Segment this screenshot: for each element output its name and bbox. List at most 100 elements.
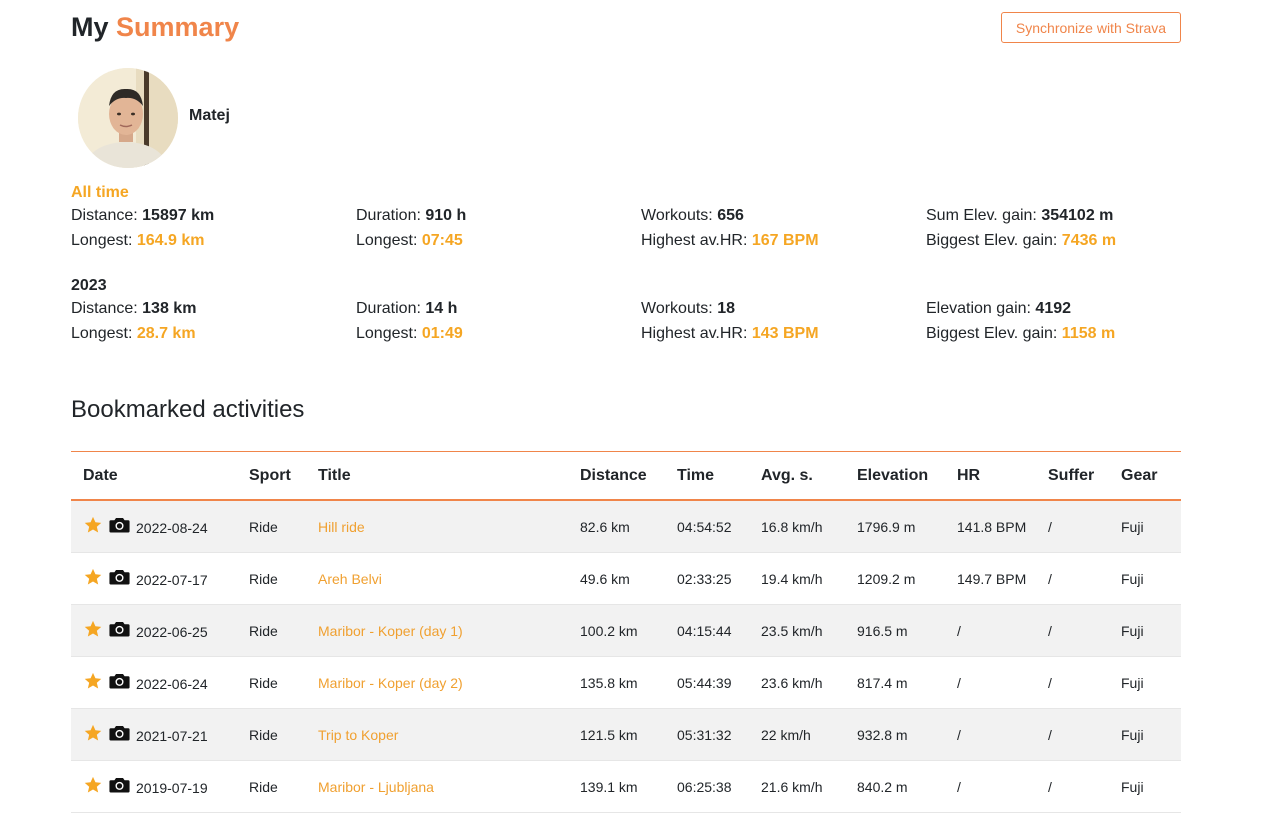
camera-icon[interactable] <box>109 568 130 589</box>
all-time-duration: Duration: 910 h <box>356 207 466 225</box>
stat-value: 18 <box>717 300 735 317</box>
avg-cell: 19.4 km/h <box>761 552 857 605</box>
stat-value: 143 BPM <box>751 325 819 342</box>
activity-title-link[interactable]: Maribor - Koper (day 1) <box>318 623 463 639</box>
title-cell: Trip to Koper <box>318 708 580 761</box>
distance-cell: 49.6 km <box>580 552 677 605</box>
time-cell: 06:25:38 <box>677 760 761 813</box>
date-cell: 2022-06-25 <box>71 604 249 657</box>
activity-title-link[interactable]: Hill ride <box>318 519 365 535</box>
stat-label: Distance: <box>71 207 138 224</box>
camera-icon[interactable] <box>109 620 130 641</box>
date-cell: 2019-07-19 <box>71 760 249 813</box>
suffer-cell: / <box>1048 552 1121 605</box>
title-cell: Hill ride <box>318 500 580 553</box>
elevation-cell: 932.8 m <box>857 708 957 761</box>
date-cell: 2021-07-21 <box>71 708 249 761</box>
gear-cell: Fuji <box>1121 760 1181 813</box>
stat-label: Distance: <box>71 300 138 317</box>
hr-cell: / <box>957 604 1048 657</box>
star-icon[interactable] <box>83 619 103 642</box>
stat-label: Sum Elev. gain: <box>926 207 1037 224</box>
star-icon[interactable] <box>83 515 103 538</box>
distance-cell: 100.2 km <box>580 604 677 657</box>
title-cell: Areh Belvi <box>318 552 580 605</box>
star-icon[interactable] <box>83 775 103 798</box>
year-biggest-elevation: Biggest Elev. gain: 1158 m <box>926 325 1115 343</box>
stat-label: Biggest Elev. gain: <box>926 232 1058 249</box>
elevation-cell: 817.4 m <box>857 656 957 709</box>
table-row[interactable]: 2022-08-24 Ride Hill ride 82.6 km 04:54:52 16… <box>71 500 1181 553</box>
gear-cell: Fuji <box>1121 656 1181 709</box>
table-row[interactable]: 2022-07-17 Ride Areh Belvi 49.6 km 02:33:25 1… <box>71 552 1181 605</box>
suffer-cell: / <box>1048 708 1121 761</box>
bookmarks-table: Date Sport Title Distance Time Avg. s. Elevati… <box>71 452 1181 813</box>
stat-label: Highest av.HR: <box>641 325 748 342</box>
star-icon[interactable] <box>83 671 103 694</box>
all-time-stats-row-2: Longest: 164.9 km Longest: 07:45 Highest… <box>0 232 1280 256</box>
year-stats-row-1: Distance: 138 km Duration: 14 h Workouts… <box>0 300 1280 324</box>
column-header[interactable]: Date <box>71 452 249 501</box>
activity-title-link[interactable]: Trip to Koper <box>318 727 398 743</box>
bookmarked-activities-heading: Bookmarked activities <box>71 396 305 423</box>
activity-title-link[interactable]: Areh Belvi <box>318 571 382 587</box>
time-cell: 05:31:32 <box>677 708 761 761</box>
table-row[interactable]: 2021-07-21 Ride Trip to Koper 121.5 km 05:31… <box>71 708 1181 761</box>
stat-label: Longest: <box>356 232 418 249</box>
hr-cell: 149.7 BPM <box>957 552 1048 605</box>
stat-label: Workouts: <box>641 207 713 224</box>
title-cell: Maribor - Koper (day 2) <box>318 656 580 709</box>
time-cell: 02:33:25 <box>677 552 761 605</box>
column-header[interactable]: Avg. s. <box>761 452 857 501</box>
camera-icon[interactable] <box>109 672 130 693</box>
sport-cell: Ride <box>249 552 318 605</box>
distance-cell: 121.5 km <box>580 708 677 761</box>
stat-value: 164.9 km <box>136 232 205 249</box>
camera-icon[interactable] <box>109 516 130 537</box>
all-time-workouts: Workouts: 656 <box>641 207 744 225</box>
all-time-stats-row-1: Distance: 15897 km Duration: 910 h Worko… <box>0 207 1280 231</box>
star-icon[interactable] <box>83 567 103 590</box>
table-row[interactable]: 2022-06-25 Ride Maribor - Koper (day 1) 100… <box>71 604 1181 657</box>
time-cell: 04:54:52 <box>677 500 761 553</box>
year-elevation: Elevation gain: 4192 <box>926 300 1071 318</box>
column-header[interactable]: Title <box>318 452 580 501</box>
column-header[interactable]: Gear <box>1121 452 1181 501</box>
time-cell: 04:15:44 <box>677 604 761 657</box>
stat-label: Longest: <box>71 325 133 342</box>
column-header[interactable]: Elevation <box>857 452 957 501</box>
activity-title-link[interactable]: Maribor - Koper (day 2) <box>318 675 463 691</box>
table-body: 2022-08-24 Ride Hill ride 82.6 km 04:54:52 16… <box>71 500 1181 813</box>
sync-strava-button[interactable]: Synchronize with Strava <box>1001 12 1181 43</box>
table-header-row: Date Sport Title Distance Time Avg. s. Elevati… <box>71 452 1181 501</box>
column-header[interactable]: Distance <box>580 452 677 501</box>
stat-value: 1158 m <box>1061 325 1116 342</box>
year-longest-duration: Longest: 01:49 <box>356 325 463 343</box>
camera-icon[interactable] <box>109 776 130 797</box>
column-header[interactable]: HR <box>957 452 1048 501</box>
hr-cell: 141.8 BPM <box>957 500 1048 553</box>
suffer-cell: / <box>1048 500 1121 553</box>
all-time-biggest-elevation: Biggest Elev. gain: 7436 m <box>926 232 1116 250</box>
activity-title-link[interactable]: Maribor - Ljubljana <box>318 779 434 795</box>
gear-cell: Fuji <box>1121 604 1181 657</box>
date-cell: 2022-06-24 <box>71 656 249 709</box>
period-all-time-label: All time <box>71 184 129 201</box>
column-header[interactable]: Sport <box>249 452 318 501</box>
camera-icon[interactable] <box>109 724 130 745</box>
table-row[interactable]: 2019-07-19 Ride Maribor - Ljubljana 139.1 k… <box>71 760 1181 813</box>
avg-cell: 21.6 km/h <box>761 760 857 813</box>
star-icon[interactable] <box>83 723 103 746</box>
all-time-longest-distance: Longest: 164.9 km <box>71 232 204 250</box>
column-header[interactable]: Time <box>677 452 761 501</box>
sport-cell: Ride <box>249 760 318 813</box>
title-prefix: My <box>71 12 109 42</box>
hr-cell: / <box>957 708 1048 761</box>
year-highest-hr: Highest av.HR: 143 BPM <box>641 325 819 343</box>
column-header[interactable]: Suffer <box>1048 452 1121 501</box>
stat-value: 15897 km <box>142 207 215 224</box>
stat-value: 138 km <box>142 300 197 317</box>
year-workouts: Workouts: 18 <box>641 300 735 318</box>
distance-cell: 139.1 km <box>580 760 677 813</box>
table-row[interactable]: 2022-06-24 Ride Maribor - Koper (day 2) 135… <box>71 656 1181 709</box>
